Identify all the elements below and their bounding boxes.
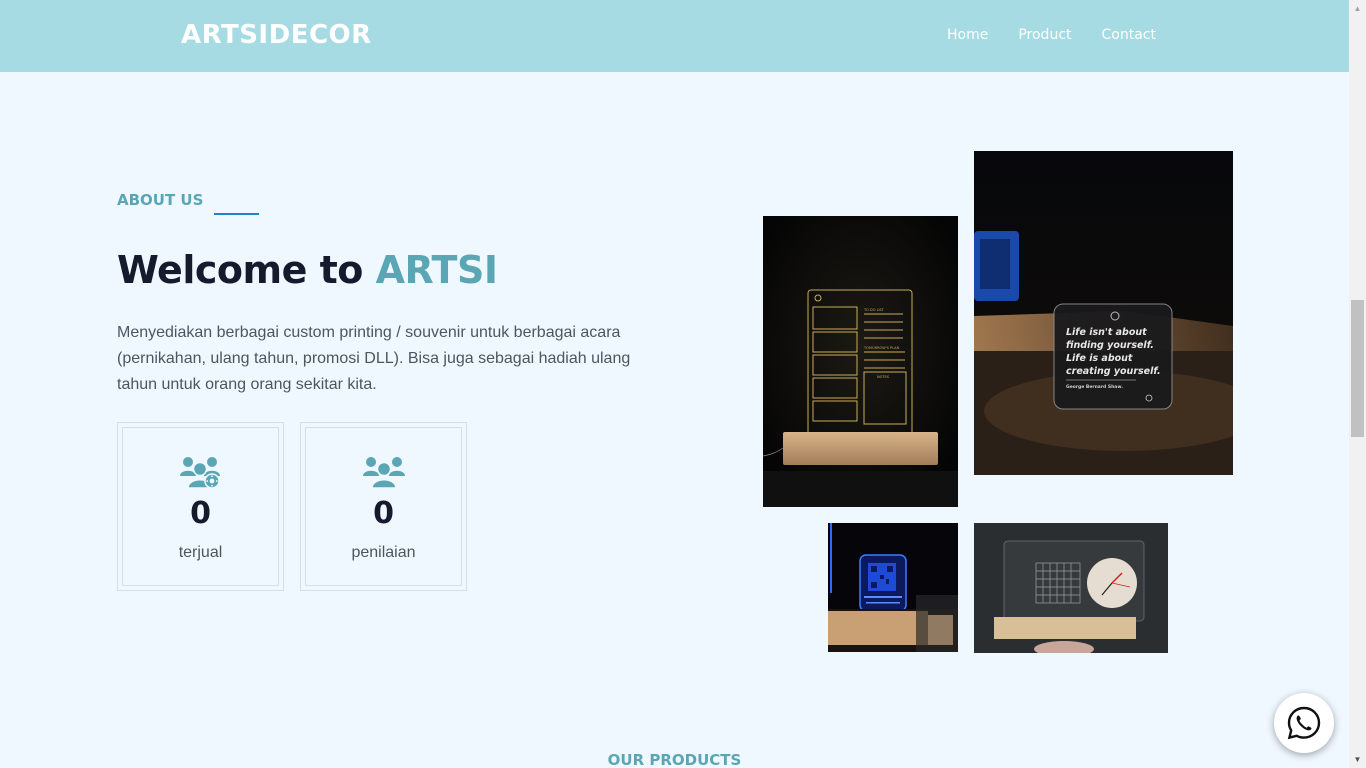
page: ARTSIDECOR Home Product Contact ABOUT US… — [0, 0, 1349, 768]
brand-logo[interactable]: ARTSIDECOR — [181, 20, 372, 50]
clock-calendar-illustration — [974, 523, 1168, 653]
quote-line-3: Life is about — [1066, 353, 1133, 364]
products-section-title: OUR PRODUCTS — [607, 751, 742, 768]
todo-board-illustration: TO DO LIST TOMORROW'S PLAN NOTES — [763, 216, 958, 507]
whatsapp-button[interactable] — [1274, 693, 1334, 753]
welcome-accent: ARTSI — [375, 248, 498, 292]
todo-title-text: TO DO LIST — [863, 308, 885, 312]
stat-label-sold: terjual — [178, 544, 223, 561]
stat-card-rating: 0 penilaian — [300, 422, 467, 591]
quote-line-2: finding yourself. — [1066, 340, 1154, 351]
navbar: ARTSIDECOR Home Product Contact — [0, 0, 1349, 72]
gallery-photo-quote-plaque[interactable]: Life isn't about finding yourself. Life … — [974, 151, 1233, 475]
welcome-heading: Welcome to ARTSI — [117, 248, 498, 292]
quote-line-4: creating yourself. — [1066, 366, 1161, 377]
nav-links: Home Product Contact — [947, 27, 1156, 43]
stat-card-inner: 0 terjual — [122, 427, 279, 586]
whatsapp-icon — [1287, 706, 1321, 740]
stat-card-inner: 0 penilaian — [305, 427, 462, 586]
nav-link-contact[interactable]: Contact — [1102, 27, 1156, 43]
about-label: ABOUT US — [117, 191, 204, 209]
nav-link-product[interactable]: Product — [1018, 27, 1071, 43]
users-icon — [362, 457, 405, 489]
users-gear-icon — [179, 457, 220, 489]
todo-plan-text: TOMORROW'S PLAN — [863, 346, 900, 350]
scrollbar-thumb[interactable] — [1351, 300, 1364, 437]
gallery-photo-qr-stand[interactable] — [828, 523, 958, 652]
scroll-down-arrow-icon[interactable]: ▼ — [1349, 751, 1366, 768]
nav-link-home[interactable]: Home — [947, 27, 988, 43]
quote-author: George Bernard Shaw. — [1066, 384, 1123, 390]
welcome-prefix: Welcome to — [117, 248, 376, 292]
quote-plaque-illustration: Life isn't about finding yourself. Life … — [974, 151, 1233, 475]
stat-label-rating: penilaian — [351, 544, 416, 561]
quote-line-1: Life isn't about — [1066, 327, 1147, 338]
gallery-photo-todo-board[interactable]: TO DO LIST TOMORROW'S PLAN NOTES — [763, 216, 958, 507]
gallery-photo-clock-calendar[interactable] — [974, 523, 1168, 653]
page-scrollbar[interactable]: ▲ ▼ — [1349, 0, 1366, 768]
todo-notes-text: NOTES — [877, 375, 890, 379]
about-description: Menyediakan berbagai custom printing / s… — [117, 324, 631, 393]
qr-stand-illustration — [828, 523, 958, 652]
stat-value-sold: 0 — [190, 496, 211, 531]
stat-card-sold: 0 terjual — [117, 422, 284, 591]
about-divider — [214, 213, 259, 215]
scroll-up-arrow-icon[interactable]: ▲ — [1349, 0, 1366, 17]
stat-value-rating: 0 — [373, 496, 394, 531]
